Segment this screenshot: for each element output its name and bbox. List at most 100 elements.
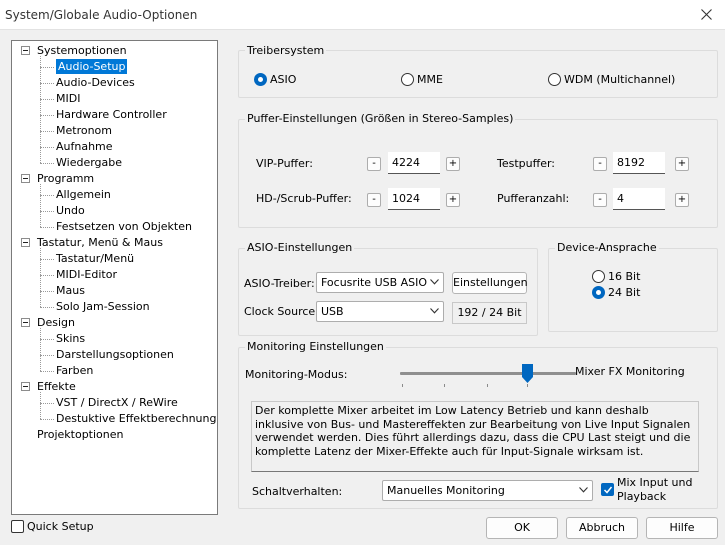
hd-puffer-field[interactable]: 1024 — [388, 188, 440, 210]
slider-tick — [487, 384, 488, 387]
testpuffer-label: Testpuffer: — [497, 157, 555, 170]
tree-connector — [40, 211, 54, 212]
vip-puffer-label: VIP-Puffer: — [256, 157, 313, 170]
puffer-title: Puffer-Einstellungen (Größen in Stereo-S… — [245, 112, 516, 126]
tree-child-item[interactable]: MIDI-Editor — [56, 267, 117, 282]
tree-connector — [40, 355, 54, 356]
format-readout: 192 / 24 Bit — [452, 302, 527, 324]
title-bar: System/Globale Audio-Optionen — [0, 0, 725, 30]
pufferanzahl-field[interactable]: 4 — [613, 188, 665, 210]
tree-child-item[interactable]: Metronom — [56, 123, 112, 138]
monitoring-description: Der komplette Mixer arbeitet im Low Late… — [251, 401, 699, 472]
collapse-icon[interactable] — [21, 46, 30, 55]
tree-root-item[interactable]: Projektoptionen — [37, 427, 123, 442]
schaltverhalten-dropdown[interactable]: Manuelles Monitoring — [382, 480, 593, 501]
chevron-down-icon — [579, 487, 588, 493]
radio-mme[interactable] — [401, 73, 414, 86]
test-plus-button[interactable]: + — [675, 157, 689, 171]
tree-child-item[interactable]: Destuktive Effektberechnung — [56, 411, 216, 426]
tree-child-item[interactable]: VST / DirectX / ReWire — [56, 395, 178, 410]
tree-child-item[interactable]: MIDI — [56, 91, 80, 106]
checkbox-box[interactable] — [11, 520, 24, 533]
ok-button[interactable]: OK — [486, 517, 558, 539]
tree-root-item[interactable]: Systemoptionen — [37, 43, 127, 58]
tree-connector — [40, 99, 54, 100]
tree-connector — [40, 371, 54, 372]
anzahl-minus-button[interactable]: - — [593, 193, 607, 207]
collapse-icon[interactable] — [21, 174, 30, 183]
tree-connector — [40, 195, 54, 196]
tree-root-item[interactable]: Tastatur, Menü & Maus — [37, 235, 163, 250]
tree-connector — [40, 227, 54, 228]
tree-connector — [40, 184, 41, 227]
tree-connector — [40, 339, 54, 340]
tree-child-item[interactable]: Solo Jam-Session — [56, 299, 150, 314]
device-title: Device-Ansprache — [555, 241, 659, 255]
collapse-icon[interactable] — [21, 238, 30, 247]
tree-connector — [40, 403, 54, 404]
schaltverhalten-value: Manuelles Monitoring — [387, 484, 505, 497]
anzahl-plus-button[interactable]: + — [675, 193, 689, 207]
treibersystem-title: Treibersystem — [245, 44, 327, 58]
hd-puffer-label: HD-/Scrub-Puffer: — [256, 192, 352, 205]
tree-child-item[interactable]: Darstellungsoptionen — [56, 347, 174, 362]
monitoring-slider-track[interactable] — [400, 372, 576, 375]
radio-asio-label: ASIO — [270, 73, 297, 86]
radio-24bit[interactable] — [592, 286, 605, 299]
close-button[interactable] — [693, 2, 719, 28]
monitoring-title: Monitoring Einstellungen — [245, 340, 386, 354]
tree-child-item[interactable]: Wiedergabe — [56, 155, 122, 170]
tree-connector — [40, 259, 54, 260]
hilfe-button[interactable]: Hilfe — [646, 517, 718, 539]
radio-asio[interactable] — [254, 73, 267, 86]
vip-puffer-field[interactable]: 4224 — [388, 152, 440, 174]
radio-16bit[interactable] — [592, 270, 605, 283]
tree-root-item[interactable]: Programm — [37, 171, 94, 186]
hd-plus-button[interactable]: + — [446, 193, 460, 207]
chevron-down-icon — [430, 279, 439, 285]
tree-child-item[interactable]: Skins — [56, 331, 85, 346]
asio-treiber-value: Focusrite USB ASIO — [321, 276, 428, 289]
tree-connector — [40, 307, 54, 308]
tree-root-item[interactable]: Effekte — [37, 379, 76, 394]
clock-source-label: Clock Source: — [244, 305, 319, 318]
radio-wdm[interactable] — [548, 73, 561, 86]
mix-input-checkbox[interactable] — [601, 483, 614, 496]
tree-child-item[interactable]: Tastatur/Menü — [56, 251, 134, 266]
tree-child-item[interactable]: Festsetzen von Objekten — [56, 219, 192, 234]
asio-treiber-dropdown[interactable]: Focusrite USB ASIO — [316, 272, 444, 293]
collapse-icon[interactable] — [21, 318, 30, 327]
testpuffer-field[interactable]: 8192 — [613, 152, 665, 174]
radio-16bit-label: 16 Bit — [608, 270, 641, 283]
asio-title: ASIO-Einstellungen — [245, 241, 355, 255]
tree-child-item[interactable]: Audio-Setup — [56, 59, 128, 74]
asio-treiber-label: ASIO-Treiber: — [244, 277, 315, 290]
tree-connector — [40, 291, 54, 292]
vip-plus-button[interactable]: + — [446, 157, 460, 171]
options-tree[interactable]: Systemoptionen Audio-Setup Audio-Devices MI… — [11, 40, 218, 515]
einstellungen-button[interactable]: Einstellungen — [452, 272, 528, 294]
collapse-icon[interactable] — [21, 382, 30, 391]
tree-connector — [40, 83, 54, 84]
tree-child-item[interactable]: Audio-Devices — [56, 75, 135, 90]
clock-source-value: USB — [321, 305, 344, 318]
tree-child-item[interactable]: Maus — [56, 283, 85, 298]
tree-connector — [40, 115, 54, 116]
tree-child-item[interactable]: Farben — [56, 363, 93, 378]
tree-root-item[interactable]: Design — [37, 315, 75, 330]
vip-minus-button[interactable]: - — [367, 157, 381, 171]
tree-connector — [40, 275, 54, 276]
slider-tick — [527, 384, 528, 387]
tree-child-item[interactable]: Hardware Controller — [56, 107, 167, 122]
monitoring-slider-thumb[interactable] — [522, 364, 533, 383]
pufferanzahl-label: Pufferanzahl: — [497, 192, 570, 205]
radio-mme-label: MME — [417, 73, 443, 86]
tree-child-item[interactable]: Undo — [56, 203, 85, 218]
test-minus-button[interactable]: - — [593, 157, 607, 171]
abbruch-button[interactable]: Abbruch — [566, 517, 638, 539]
hd-minus-button[interactable]: - — [367, 193, 381, 207]
tree-child-item[interactable]: Allgemein — [56, 187, 111, 202]
tree-child-item[interactable]: Aufnahme — [56, 139, 113, 154]
clock-source-dropdown[interactable]: USB — [316, 301, 444, 322]
schaltverhalten-label: Schaltverhalten: — [252, 485, 343, 498]
